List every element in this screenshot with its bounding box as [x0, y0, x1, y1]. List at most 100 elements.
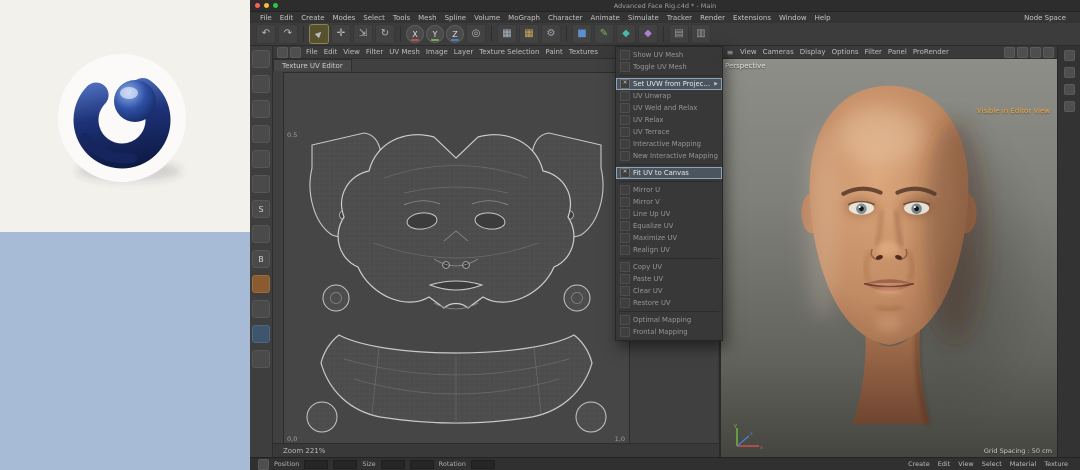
context-menu-item-new-interactive-mapping[interactable]: New Interactive Mapping — [616, 150, 722, 162]
menu-extensions[interactable]: Extensions — [729, 14, 775, 22]
uv-menu-view[interactable]: View — [340, 48, 363, 56]
context-menu-item-line-up-uv[interactable]: Line Up UV — [616, 208, 722, 220]
render-settings-icon[interactable]: ⚙ — [541, 24, 561, 44]
menu-edit[interactable]: Edit — [276, 14, 298, 22]
viewport-canvas[interactable]: Perspective Visible in Editor View Grid … — [721, 59, 1058, 458]
size-x-field[interactable] — [381, 460, 405, 469]
context-menu-item-mirror-u[interactable]: Mirror U — [616, 184, 722, 196]
menu-help[interactable]: Help — [811, 14, 835, 22]
menu-volume[interactable]: Volume — [470, 14, 504, 22]
new-texture-icon[interactable] — [290, 47, 301, 58]
context-menu-item-mirror-v[interactable]: Mirror V — [616, 196, 722, 208]
menu-simulate[interactable]: Simulate — [624, 14, 663, 22]
bottom-menu-create[interactable]: Create — [904, 460, 934, 468]
dock-grip-icon[interactable] — [277, 47, 288, 58]
bottom-menu-edit[interactable]: Edit — [934, 460, 955, 468]
viewport-menu-view[interactable]: View — [737, 48, 760, 56]
size-y-field[interactable] — [410, 460, 434, 469]
context-menu-item-interactive-mapping[interactable]: Interactive Mapping — [616, 138, 722, 150]
context-menu-item-uv-relax[interactable]: UV Relax — [616, 114, 722, 126]
position-x-field[interactable] — [304, 460, 328, 469]
burn-tool-icon[interactable]: B — [252, 250, 270, 268]
uv-menu-texture-selection[interactable]: Texture Selection — [476, 48, 542, 56]
position-y-field[interactable] — [333, 460, 357, 469]
move-icon[interactable]: ✛ — [331, 24, 351, 44]
menu-create[interactable]: Create — [297, 14, 328, 22]
context-menu-item-maximize-uv[interactable]: Maximize UV — [616, 232, 722, 244]
split-view-icon[interactable] — [1030, 47, 1041, 58]
sculpt-tool-icon[interactable] — [252, 350, 270, 368]
add-generator-icon[interactable]: ◆ — [616, 24, 636, 44]
menu-modes[interactable]: Modes — [329, 14, 360, 22]
coordinates-icon[interactable] — [258, 459, 269, 470]
maximize-icon[interactable] — [1043, 47, 1054, 58]
clone-stamp-tool-icon[interactable] — [252, 175, 270, 193]
add-primitive-icon[interactable]: ■ — [572, 24, 592, 44]
pin-icon[interactable] — [1064, 84, 1075, 95]
uv-menu-textures[interactable]: Textures — [566, 48, 601, 56]
mask-tool-icon[interactable] — [252, 325, 270, 343]
bottom-menu-view[interactable]: View — [954, 460, 977, 468]
uv-canvas[interactable]: 0.5 0,0 1,0 — [283, 72, 630, 446]
undo-icon[interactable]: ↶ — [256, 24, 276, 44]
viewport-menu-display[interactable]: Display — [797, 48, 829, 56]
uv-menu-layer[interactable]: Layer — [451, 48, 477, 56]
menu-mograph[interactable]: MoGraph — [504, 14, 544, 22]
help-icon[interactable] — [1064, 101, 1075, 112]
redo-icon[interactable]: ↷ — [278, 24, 298, 44]
grid-icon[interactable] — [1017, 47, 1028, 58]
eraser-tool-icon[interactable] — [252, 225, 270, 243]
axis-x-button[interactable]: X — [406, 25, 424, 43]
context-menu-item-paste-uv[interactable]: Paste UV — [616, 273, 722, 285]
rotate-icon[interactable]: ↻ — [375, 24, 395, 44]
uv-menu-uv-mesh[interactable]: UV Mesh — [386, 48, 423, 56]
fill-bucket-tool-icon[interactable] — [252, 275, 270, 293]
menu-tools[interactable]: Tools — [389, 14, 414, 22]
context-menu-item-toggle-uv-mesh[interactable]: Toggle UV Mesh — [616, 61, 722, 73]
menu-window[interactable]: Window — [775, 14, 811, 22]
context-menu-item-set-uvw-from-projection[interactable]: ✕Set UVW from Projection▶ — [616, 78, 722, 90]
bottom-menu-select[interactable]: Select — [978, 460, 1006, 468]
color-picker-tool-icon[interactable] — [252, 300, 270, 318]
menu-character[interactable]: Character — [544, 14, 587, 22]
menu-render[interactable]: Render — [696, 14, 729, 22]
pointer-tool-icon[interactable] — [252, 50, 270, 68]
context-menu-item-frontal-mapping[interactable]: Frontal Mapping — [616, 326, 722, 338]
viewport-menu-options[interactable]: Options — [829, 48, 862, 56]
context-menu-item-fit-uv-to-canvas[interactable]: ✕Fit UV to Canvas — [616, 167, 722, 179]
menu-animate[interactable]: Animate — [587, 14, 624, 22]
texture-uv-editor-tab[interactable]: Texture UV Editor — [273, 59, 352, 71]
axis-z-button[interactable]: Z — [446, 25, 464, 43]
camera-icon[interactable] — [1004, 47, 1015, 58]
uv-menu-paint[interactable]: Paint — [542, 48, 565, 56]
context-menu-item-optimal-mapping[interactable]: Optimal Mapping — [616, 314, 722, 326]
context-menu-item-show-uv-mesh[interactable]: Show UV Mesh — [616, 49, 722, 61]
context-menu-item-equalize-uv[interactable]: Equalize UV — [616, 220, 722, 232]
bottom-menu-material[interactable]: Material — [1006, 460, 1040, 468]
context-menu-item-uv-terrace[interactable]: UV Terrace — [616, 126, 722, 138]
viewport-menu-cameras[interactable]: Cameras — [760, 48, 797, 56]
layout-b-icon[interactable]: ▥ — [691, 24, 711, 44]
context-menu-item-clear-uv[interactable]: Clear UV — [616, 285, 722, 297]
titlebar[interactable]: Advanced Face Rig.c4d * - Main — [250, 0, 1080, 12]
menu-file[interactable]: File — [256, 14, 276, 22]
viewport-menu-prorender[interactable]: ProRender — [910, 48, 952, 56]
uv-menu-filter[interactable]: Filter — [363, 48, 386, 56]
menu-mesh[interactable]: Mesh — [414, 14, 440, 22]
menu-select[interactable]: Select — [359, 14, 389, 22]
bottom-menu-texture[interactable]: Texture — [1040, 460, 1072, 468]
render-picture-viewer-icon[interactable]: ▦ — [519, 24, 539, 44]
live-selection-icon[interactable]: ▶ — [309, 24, 329, 44]
paint-brush-tool-icon[interactable] — [252, 150, 270, 168]
axis-y-button[interactable]: Y — [426, 25, 444, 43]
viewport-menu-panel[interactable]: Panel — [885, 48, 910, 56]
context-menu-item-restore-uv[interactable]: Restore UV — [616, 297, 722, 309]
context-menu-item-uv-unwrap[interactable]: UV Unwrap — [616, 90, 722, 102]
context-menu-item-realign-uv[interactable]: Realign UV — [616, 244, 722, 256]
layers-icon[interactable] — [1064, 67, 1075, 78]
viewport-menu-icon[interactable] — [725, 47, 735, 57]
render-view-icon[interactable]: ▦ — [497, 24, 517, 44]
uv-menu-file[interactable]: File — [303, 48, 321, 56]
node-space-selector[interactable]: Node Space — [1024, 14, 1074, 22]
context-menu-item-uv-weld-and-relax[interactable]: UV Weld and Relax — [616, 102, 722, 114]
